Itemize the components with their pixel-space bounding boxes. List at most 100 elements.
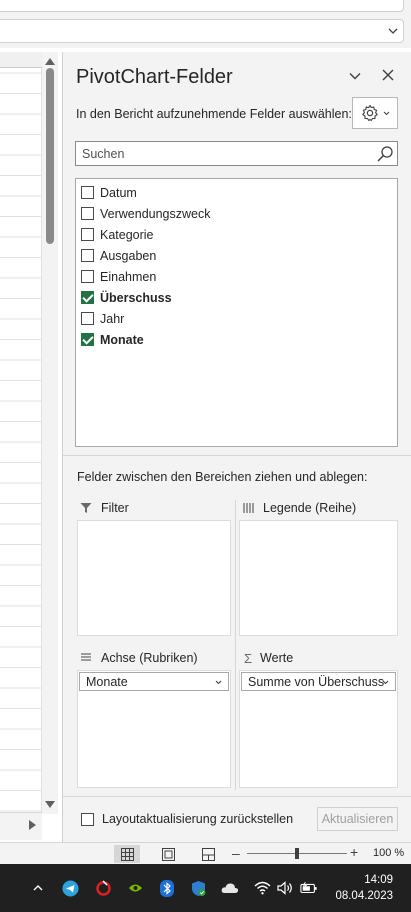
filter-drop-zone[interactable]	[77, 520, 231, 636]
checkbox[interactable]	[81, 312, 94, 325]
pane-options-chevron-icon[interactable]	[348, 69, 362, 83]
field-item-monate[interactable]: Monate	[76, 329, 397, 350]
columns-icon	[243, 503, 254, 513]
formula-input-fragment[interactable]	[0, 19, 404, 43]
clock-date: 08.04.2023	[335, 890, 393, 902]
filter-area-label: Filter	[101, 501, 129, 515]
field-item-ausgaben[interactable]: Ausgaben	[76, 245, 397, 266]
scrollbar-thumb[interactable]	[46, 68, 54, 244]
defer-layout-label: Layoutaktualisierung zurückstellen	[102, 812, 294, 826]
field-label: Einahmen	[100, 269, 157, 284]
zoom-out-button[interactable]: –	[232, 845, 240, 861]
legend-area-header: Legende (Reihe)	[243, 496, 356, 520]
scroll-right-arrow-icon[interactable]	[29, 820, 36, 830]
search-icon[interactable]	[376, 145, 394, 163]
worksheet-grid[interactable]	[0, 52, 42, 814]
field-label: Jahr	[100, 311, 125, 326]
field-item-datum[interactable]: Datum	[76, 182, 397, 203]
page-layout-icon	[161, 847, 175, 861]
page-break-view-button[interactable]	[195, 845, 221, 863]
checkbox[interactable]	[81, 207, 94, 220]
field-label: Überschuss	[100, 290, 172, 305]
axis-area-label: Achse (Rubriken)	[101, 651, 198, 665]
bluetooth-icon[interactable]	[158, 879, 176, 897]
checkbox-checked[interactable]	[81, 291, 94, 304]
chevron-down-icon	[383, 111, 389, 115]
checkbox-checked[interactable]	[81, 333, 94, 346]
checkbox[interactable]	[81, 270, 94, 283]
field-label: Kategorie	[100, 227, 154, 242]
search-input[interactable]	[76, 142, 372, 165]
app-tray-icon[interactable]	[94, 879, 112, 897]
chevron-down-icon[interactable]	[387, 25, 399, 37]
wifi-icon[interactable]	[253, 879, 271, 897]
axis-field-label: Monate	[86, 674, 128, 689]
security-shield-icon[interactable]	[189, 879, 207, 897]
field-item-einahmen[interactable]: Einahmen	[76, 266, 397, 287]
values-drop-zone[interactable]: Summe von Überschuss	[239, 670, 398, 788]
normal-view-button[interactable]	[114, 845, 140, 863]
defer-layout-update[interactable]: Layoutaktualisierung zurückstellen	[81, 812, 293, 826]
checkbox[interactable]	[81, 186, 94, 199]
zoom-in-button[interactable]: +	[350, 844, 358, 860]
field-item-ueberschuss[interactable]: Überschuss	[76, 287, 397, 308]
filter-icon	[80, 503, 92, 513]
axis-area-header: Achse (Rubriken)	[80, 646, 198, 670]
legend-area-label: Legende (Reihe)	[263, 501, 357, 515]
status-bar: – + 100 %	[0, 842, 411, 864]
close-icon[interactable]	[381, 68, 395, 82]
field-item-verwendungszweck[interactable]: Verwendungszweck	[76, 203, 397, 224]
values-field-label: Summe von Überschuss	[248, 674, 385, 689]
field-item-jahr[interactable]: Jahr	[76, 308, 397, 329]
rows-icon	[81, 653, 91, 661]
field-item-kategorie[interactable]: Kategorie	[76, 224, 397, 245]
chevron-down-icon[interactable]	[382, 679, 389, 686]
values-field-dropdown[interactable]: Summe von Überschuss	[241, 672, 396, 691]
values-area-label: Werte	[260, 651, 294, 665]
field-label: Verwendungszweck	[100, 206, 211, 221]
field-search-box[interactable]	[75, 141, 398, 166]
checkbox[interactable]	[81, 812, 94, 826]
chevron-up-icon[interactable]	[29, 879, 47, 897]
field-list: Datum Verwendungszweck Kategorie Ausgabe…	[75, 178, 398, 447]
grid-view-icon	[120, 847, 134, 861]
axis-drop-zone[interactable]: Monate	[77, 670, 231, 788]
zoom-level[interactable]: 100 %	[373, 847, 404, 859]
pivotchart-fields-pane: PivotChart-Felder In den Bericht aufzune…	[62, 52, 411, 842]
speaker-icon[interactable]	[276, 879, 294, 897]
vertical-scrollbar[interactable]	[42, 52, 58, 814]
legend-drop-zone[interactable]	[239, 520, 398, 636]
fields-instruction: In den Bericht aufzunehmende Felder ausw…	[76, 107, 352, 121]
field-label: Monate	[100, 332, 144, 347]
areas-instruction: Felder zwischen den Bereichen ziehen und…	[77, 470, 368, 484]
areas-vertical-divider	[235, 500, 236, 790]
nvidia-icon[interactable]	[126, 879, 144, 897]
sigma-icon: Σ	[244, 650, 253, 666]
gear-icon	[361, 104, 378, 122]
windows-taskbar: 14:09 08.04.2023	[0, 864, 411, 912]
divider	[63, 796, 411, 797]
battery-icon[interactable]	[300, 879, 318, 897]
column-header	[0, 52, 42, 68]
tools-button[interactable]	[352, 97, 398, 129]
values-area-header: Σ Werte	[244, 646, 293, 670]
pane-title: PivotChart-Felder	[76, 66, 233, 88]
filter-area-header: Filter	[80, 496, 129, 520]
page-layout-view-button[interactable]	[155, 845, 181, 863]
field-label: Ausgaben	[100, 248, 157, 263]
name-box-fragment[interactable]	[0, 0, 404, 12]
clock[interactable]: 14:09 08.04.2023	[335, 872, 393, 904]
telegram-icon[interactable]	[61, 879, 79, 897]
chevron-down-icon[interactable]	[215, 679, 222, 686]
checkbox[interactable]	[81, 228, 94, 241]
zoom-slider-thumb[interactable]	[295, 848, 299, 859]
scroll-down-arrow-icon[interactable]	[45, 801, 55, 808]
formula-bar-area	[0, 0, 411, 48]
scroll-up-arrow-icon[interactable]	[45, 58, 55, 65]
checkbox[interactable]	[81, 249, 94, 262]
axis-field-dropdown[interactable]: Monate	[79, 672, 229, 691]
update-button[interactable]: Aktualisieren	[317, 807, 398, 831]
page-break-icon	[201, 847, 215, 861]
field-label: Datum	[100, 185, 137, 200]
cloud-icon[interactable]	[221, 879, 239, 897]
